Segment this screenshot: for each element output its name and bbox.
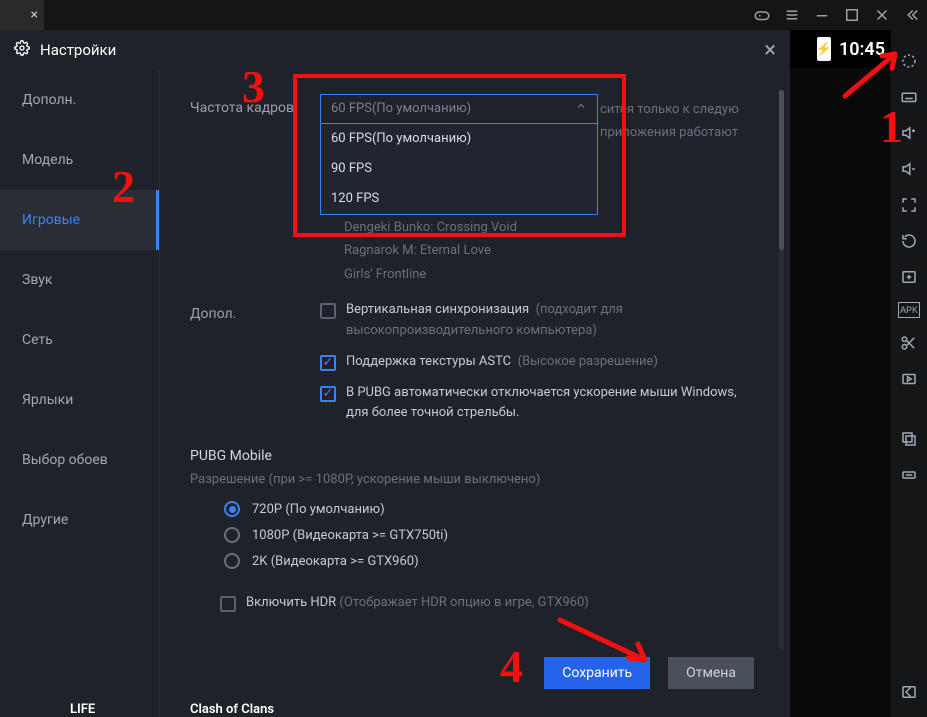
settings-title: Настройки <box>40 41 764 59</box>
fps-option-120[interactable]: 120 FPS <box>321 184 597 214</box>
record-icon[interactable] <box>898 368 920 390</box>
keyboard-icon[interactable] <box>898 86 920 108</box>
frame-rate-dropdown[interactable]: 60 FPS(По умолчанию) 60 FPS(По умолчанию… <box>320 94 598 124</box>
res-1080p-label: 1080P (Видеокарта >= GTX750ti) <box>252 528 448 543</box>
sidebar-item-wallpaper[interactable]: Выбор обоев <box>0 430 159 490</box>
scrollbar-track[interactable] <box>779 90 784 650</box>
apk-icon[interactable]: APK <box>898 302 920 318</box>
settings-content: Частота кадров 60 FPS(По умолчанию) 60 F… <box>160 70 790 717</box>
volume-up-icon[interactable] <box>898 122 920 144</box>
fps-option-90[interactable]: 90 FPS <box>321 154 597 184</box>
add-screenshot-icon[interactable] <box>898 266 920 288</box>
settings-sidebar: Дополн. Модель Игровые Звук Сеть Ярлыки … <box>0 70 160 717</box>
chevron-up-icon <box>575 97 587 120</box>
battery-charging-icon <box>817 37 831 61</box>
save-button[interactable]: Сохранить <box>544 657 650 689</box>
pubg-mouse-checkbox[interactable] <box>320 386 336 402</box>
fps-option-60[interactable]: 60 FPS(По умолчанию) <box>321 124 597 154</box>
hdr-checkbox[interactable] <box>220 596 236 612</box>
frame-rate-label: Частота кадров <box>190 94 320 286</box>
gamepad-icon[interactable] <box>747 0 777 30</box>
res-2k-label: 2K (Видеокарта >= GTX960) <box>252 554 419 569</box>
fps-game-1: Dengeki Bunko: Crossing Void <box>344 216 760 239</box>
volume-down-icon[interactable] <box>898 158 920 180</box>
fps-game-3: Girls' Frontline <box>344 263 760 286</box>
back-icon[interactable] <box>898 681 920 703</box>
hdr-label: Включить HDR (Отображает HDR опцию в игр… <box>246 593 589 614</box>
status-clock: 10:45 <box>839 39 885 60</box>
res-720p-label: 720P (По умолчанию) <box>252 502 385 517</box>
menu-icon[interactable] <box>777 0 807 30</box>
sidebar-item-network[interactable]: Сеть <box>0 310 159 370</box>
sidebar-item-addon[interactable]: Дополн. <box>0 70 159 130</box>
vsync-label: Вертикальная синхронизация (подходит для… <box>346 300 760 342</box>
fullscreen-icon[interactable] <box>898 194 920 216</box>
home-app-label-1: LIFE <box>70 702 95 717</box>
close-tab-icon[interactable]: × <box>31 7 38 23</box>
res-720p-radio[interactable] <box>224 501 240 517</box>
more-icon[interactable] <box>898 464 920 486</box>
res-1080p-radio[interactable] <box>224 527 240 543</box>
pubg-mouse-label: В PUBG автоматически отключается ускорен… <box>346 383 760 425</box>
loading-icon[interactable] <box>898 50 920 72</box>
sidebar-item-sound[interactable]: Звук <box>0 250 159 310</box>
home-app-label-2: Clash of Clans <box>190 702 274 717</box>
sidebar-item-other[interactable]: Другие <box>0 490 159 550</box>
gear-icon <box>14 40 30 60</box>
android-status-bar: 10:45 <box>790 30 891 68</box>
fps-game-2: Ragnarok M: Eternal Love <box>344 239 760 262</box>
pubg-heading: PUBG Mobile <box>190 448 760 464</box>
multi-instance-icon[interactable] <box>898 428 920 450</box>
extra-label: Допол. <box>190 300 320 434</box>
maximize-icon[interactable] <box>837 0 867 30</box>
minimize-icon[interactable] <box>807 0 837 30</box>
rotate-icon[interactable] <box>898 230 920 252</box>
emulator-side-toolbar: APK <box>891 30 927 717</box>
astc-checkbox[interactable] <box>320 355 336 371</box>
fps-note-line-1: сится только к следую <box>600 98 739 121</box>
settings-header: Настройки × <box>0 30 790 70</box>
cancel-button[interactable]: Отмена <box>668 657 754 689</box>
fps-note-line-2: приложения работают <box>600 121 739 144</box>
app-tab[interactable]: × <box>0 0 44 30</box>
sidebar-item-shortcuts[interactable]: Ярлыки <box>0 370 159 430</box>
scrollbar-thumb[interactable] <box>779 90 784 250</box>
sidebar-item-game[interactable]: Игровые <box>0 190 159 250</box>
scissors-icon[interactable] <box>898 332 920 354</box>
emulator-topbar: × <box>0 0 927 30</box>
dialog-footer: Сохранить Отмена <box>544 657 754 689</box>
frame-rate-trigger[interactable]: 60 FPS(По умолчанию) <box>320 94 598 124</box>
sidebar-item-model[interactable]: Модель <box>0 130 159 190</box>
collapse-panel-icon[interactable] <box>897 0 927 30</box>
pubg-hint: Разрешение (при >= 1080P, ускорение мыши… <box>190 472 760 487</box>
close-window-icon[interactable] <box>867 0 897 30</box>
settings-window: Настройки × Дополн. Модель Игровые Звук … <box>0 30 790 717</box>
vsync-checkbox[interactable] <box>320 303 336 319</box>
frame-rate-panel: 60 FPS(По умолчанию) 90 FPS 120 FPS <box>320 124 598 215</box>
frame-rate-selected: 60 FPS(По умолчанию) <box>331 97 471 120</box>
res-2k-radio[interactable] <box>224 553 240 569</box>
settings-close-icon[interactable]: × <box>764 38 776 63</box>
astc-label: Поддержка текстуры ASTC (Высокое разреше… <box>346 352 658 373</box>
